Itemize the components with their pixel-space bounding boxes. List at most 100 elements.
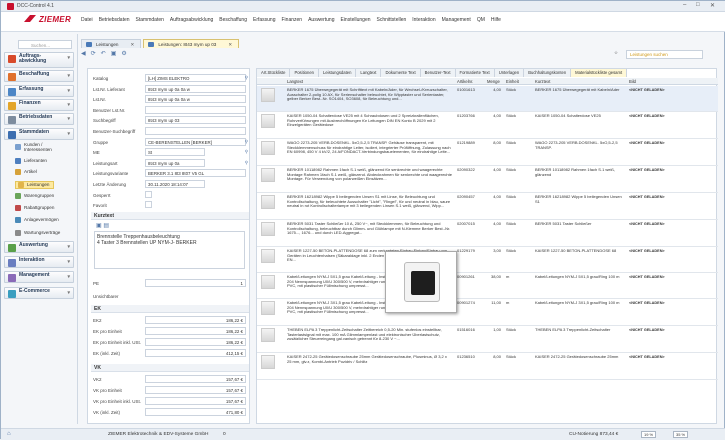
menu-item-einstellungen[interactable]: Einstellungen <box>340 17 370 23</box>
home-icon[interactable]: ⌂ <box>7 431 11 437</box>
grid-tab-unterlagen[interactable]: Unterlagen <box>494 69 525 77</box>
field-gruppe[interactable]: CE-BERENSTELLEN [BERKER] <box>145 137 246 146</box>
column-header-langtext[interactable]: Langtext <box>287 79 303 84</box>
menu-item-management[interactable]: Management <box>442 17 471 23</box>
ek-value[interactable]: 186,22 € <box>145 327 246 335</box>
undo-icon[interactable]: ↶ <box>101 50 106 59</box>
sidebar-group-auftragsabwicklung[interactable]: Auftrags- abwicklung ▾ <box>4 52 74 68</box>
close-tab-icon[interactable]: ✕ <box>130 42 134 47</box>
grid-tab-leistungsdaten[interactable]: Leistungsdaten <box>319 69 357 77</box>
sidebar-group-interaktion[interactable]: Interaktion ▾ <box>4 256 74 268</box>
sidebar-item-leistungen[interactable]: Leistungen <box>15 181 55 189</box>
grid-tab-materialstcklistegesamt[interactable]: Materialstückliste gesamt <box>571 69 628 77</box>
field-me[interactable]: St <box>145 148 205 157</box>
menu-item-auswertung[interactable]: Auswertung <box>308 17 334 23</box>
menu-item-beschaffung[interactable]: Beschaffung <box>219 17 247 23</box>
field-benutzersuchbegriff[interactable] <box>145 127 246 135</box>
vk-value[interactable]: 157,67 € <box>145 375 246 383</box>
menu-item-datei[interactable]: Datei <box>81 17 93 23</box>
tab-leistungen[interactable]: Leistungen ✕ <box>81 39 142 48</box>
table-row[interactable]: BERKER 5031 Taster Schließer 10 A, 250 V… <box>257 220 718 247</box>
lookup-icon[interactable]: ⚲ <box>245 149 248 155</box>
menu-item-stammdaten[interactable]: Stammdaten <box>136 17 164 23</box>
grid-tab-buchhaltungskonten[interactable]: Buchhaltungskonten <box>524 69 572 77</box>
checkbox-gesperrt[interactable] <box>145 190 152 198</box>
field-katalog[interactable]: [LH] ZIMS ELEKTRO <box>145 74 246 82</box>
vk-value[interactable]: 157,67 € <box>145 386 246 394</box>
menu-item-interaktion[interactable]: Interaktion <box>412 17 435 23</box>
sidebar-group-betriebsdaten[interactable]: Betriebsdaten ▾ <box>4 113 74 125</box>
tab-leistung-detail[interactable]: Leistungen: 8t43 mym up 03 ✕ <box>143 39 240 48</box>
grid-tab-positionen[interactable]: Positionen <box>290 69 319 77</box>
table-row[interactable]: KAISER 2472-25 Gerätedosenschraube 25mm … <box>257 353 718 380</box>
lookup-icon[interactable]: ⚲ <box>245 160 248 166</box>
grid-tab-artstckliste[interactable]: Art.Stückliste <box>257 69 291 77</box>
ek-value[interactable]: 186,22 € <box>145 338 246 346</box>
sidebar-group-auswertung[interactable]: Auswertung ▾ <box>4 241 74 253</box>
table-row[interactable]: KAISER 1227-50 BETON-PLATTENDOSE 68 zum … <box>257 247 718 273</box>
image-icon[interactable]: ▣ ▤ <box>96 222 109 229</box>
column-header-menge[interactable]: Menge <box>487 79 500 84</box>
grid-tab-langtext[interactable]: Langtext <box>356 69 382 77</box>
kurztext-textarea[interactable]: Brennstelle Treppenhausbeleuchtung 4 Tas… <box>94 231 245 269</box>
sidebar-item-warengruppen[interactable]: Warengruppen <box>15 193 54 199</box>
table-row[interactable]: BERKER 16218982 Wippe 5 beilegenden Unse… <box>257 193 718 220</box>
table-row[interactable]: KAISER 1050-04 Schalterdose VE25 mit 4 S… <box>257 112 718 139</box>
menu-item-qm[interactable]: QM <box>477 17 485 23</box>
field-leistungsvariante[interactable]: BERKER 3.1 8t3 8t07 V5 GL <box>145 169 246 178</box>
sidebar-group-ecommerce[interactable]: E-Commerce ▾ <box>4 287 74 299</box>
lookup-icon[interactable]: ⚲ <box>245 75 248 81</box>
field-benutzerlstnr[interactable] <box>145 105 246 114</box>
star-icon[interactable]: ☆ <box>614 50 618 59</box>
ek-value[interactable]: 186,22 € <box>145 316 246 324</box>
lookup-icon[interactable]: ⚲ <box>245 139 248 145</box>
table-row[interactable]: BERKER 10118982 Rahmen 1fach S.1 weiß, g… <box>257 166 718 193</box>
menu-item-betriebsdaten[interactable]: Betriebsdaten <box>99 17 130 23</box>
ek-value[interactable]: 412,15 € <box>145 349 246 357</box>
menu-item-auftragsabwicklung[interactable]: Auftragsabwicklung <box>170 17 213 23</box>
sidebar-group-beschaffung[interactable]: Beschaffung ▾ <box>4 70 74 82</box>
maximize-button[interactable]: □ <box>696 2 700 8</box>
vk-value[interactable]: 471,80 € <box>145 408 246 416</box>
minimize-button[interactable]: – <box>683 2 686 8</box>
field-lstnr[interactable]: 8t43 mym up 0a 0a w <box>145 95 246 104</box>
field-leistungsart[interactable]: 8t43 mym up 0a <box>145 158 205 167</box>
field-lstnrlieferant[interactable]: 8t43 mym up 0a 0a w <box>145 84 246 93</box>
field-suchbegriff[interactable]: 8t43 mym up 03 <box>145 116 246 125</box>
sidebar-item-anlagevermgen[interactable]: Anlagevermögen <box>15 217 59 223</box>
leistungen-search-input[interactable]: Leistungen suchen <box>626 50 703 59</box>
save-icon[interactable]: ▣ <box>111 50 117 59</box>
sidebar-item-wartungsvertrge[interactable]: Wartungsverträge <box>15 230 60 236</box>
column-header-kurztext[interactable]: Kurztext <box>535 79 550 84</box>
sidebar-item-artikel[interactable]: Artikel <box>15 169 37 175</box>
sidebar-group-stammdaten[interactable]: Stammdaten ▾ <box>4 128 74 140</box>
menu-item-erfassung[interactable]: Erfassung <box>253 17 276 23</box>
table-row[interactable]: Kabel/Leitungen NYM-J 5X1,5 grau Kabel/L… <box>257 273 718 299</box>
grid-tab-formatiertetext[interactable]: Formatierte Text <box>455 69 495 77</box>
sidebar-search-input[interactable]: Suchen... <box>18 40 72 49</box>
column-header-artikelnr[interactable]: Artikelnr. <box>457 79 473 84</box>
vk-value[interactable]: 157,67 € <box>145 397 246 405</box>
close-button[interactable]: ✕ <box>710 2 715 9</box>
menu-item-schnittstellen[interactable]: Schnittstellen <box>377 17 407 23</box>
column-header-bild[interactable]: Bild <box>629 79 636 84</box>
grid-tab-dokumentetext[interactable]: Dokumente Text <box>381 69 421 77</box>
sidebar-item-lieferanten[interactable]: Lieferanten <box>15 158 47 164</box>
zoom-indicator-1[interactable]: 19 % <box>641 431 657 438</box>
sidebar-group-erfassung[interactable]: Erfassung ▾ <box>4 85 74 97</box>
menu-item-hilfe[interactable]: Hilfe <box>491 17 501 23</box>
sidebar-item-rabattgruppen[interactable]: Rabattgruppen <box>15 205 54 211</box>
table-row[interactable]: BERKER 1675 Überwegegerät mit Schrifttex… <box>257 86 718 112</box>
pe-field[interactable]: 1 <box>145 279 246 287</box>
table-row[interactable]: WAGO 2273-205 VERB.DOSENKL. 5xO,5-2,5 TR… <box>257 139 718 166</box>
column-header-einheit[interactable]: Einheit <box>506 79 519 84</box>
back-icon[interactable]: ◀ <box>81 50 86 59</box>
menu-item-finanzen[interactable]: Finanzen <box>282 17 303 23</box>
sidebar-group-management[interactable]: Management ▾ <box>4 271 74 283</box>
sidebar-group-finanzen[interactable]: Finanzen ▾ <box>4 99 74 111</box>
sidebar-item-kundeninteressenten[interactable]: Kunden / Interessenten <box>15 142 64 152</box>
table-row[interactable]: Kabel/Leitungen NYM-J 3X1,5 grau Kabel/L… <box>257 299 718 326</box>
table-row[interactable]: THEBEN ELPA 3 Treppenlicht-Zeitschalter … <box>257 326 718 353</box>
zoom-indicator-2[interactable]: 35 % <box>673 431 689 438</box>
field-letztenderung[interactable]: 30.11.2020 18:14:07 <box>145 180 205 188</box>
